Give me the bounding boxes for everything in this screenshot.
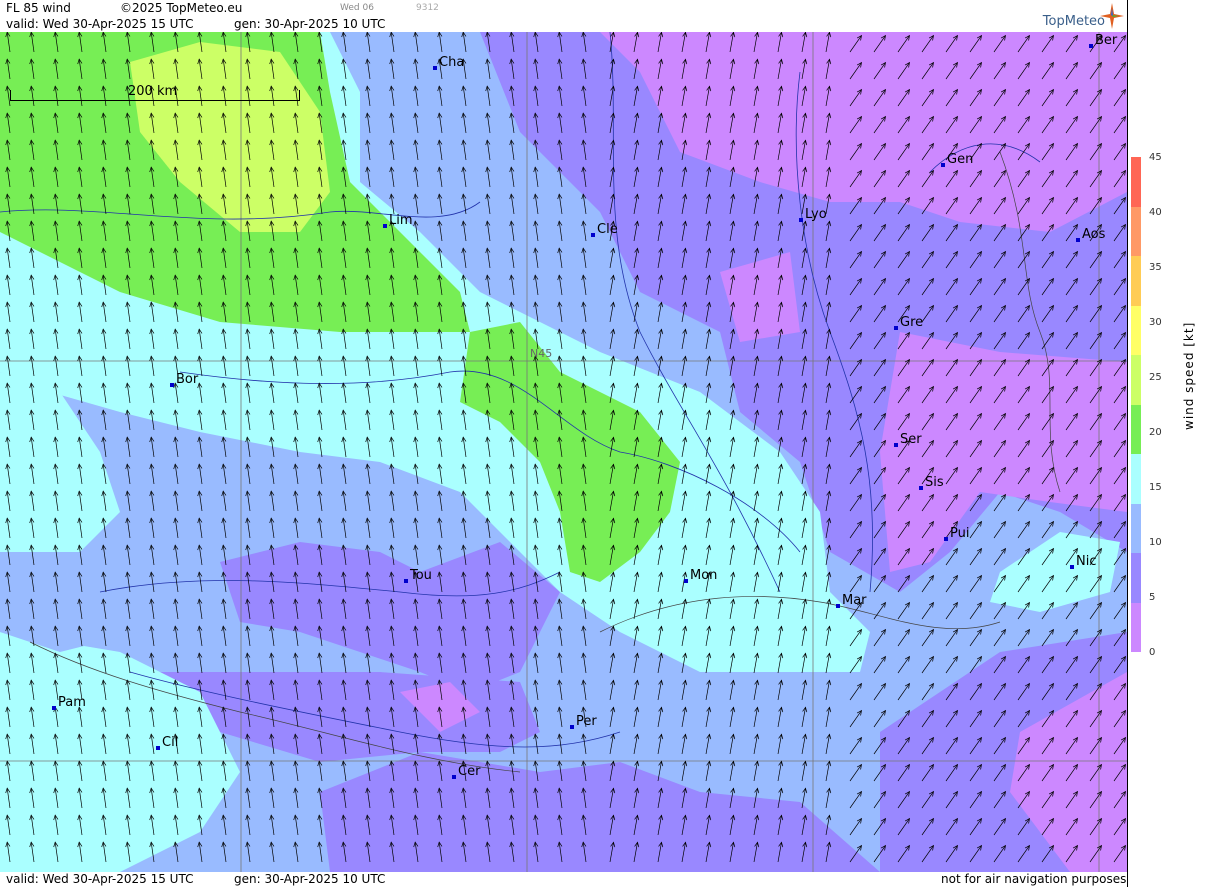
legend-color-segment xyxy=(1131,157,1141,207)
city-marker[interactable]: Per xyxy=(570,714,597,729)
city-dot-icon xyxy=(941,163,945,167)
city-marker[interactable]: Mon xyxy=(684,568,717,583)
city-dot-icon xyxy=(1089,44,1093,48)
legend-tick-label: 25 xyxy=(1149,372,1162,383)
legend-color-segment xyxy=(1131,404,1141,454)
legend-color-segment xyxy=(1131,256,1141,306)
legend-tick-label: 40 xyxy=(1149,207,1162,218)
wind-map[interactable]: 200 km N45 Cha Lim Cle Lyo Gen Ber Aos G… xyxy=(0,32,1127,872)
latitude-label: N45 xyxy=(530,347,553,360)
legend-color-segment xyxy=(1131,553,1141,603)
city-marker[interactable]: Ber xyxy=(1089,33,1117,48)
copyright-text: ©2025 TopMeteo.eu xyxy=(120,1,243,15)
city-marker[interactable]: Pui xyxy=(944,526,969,541)
wind-speed-legend xyxy=(1131,157,1141,652)
disclaimer: not for air navigation purposes xyxy=(941,872,1127,886)
valid-time: valid: Wed 30-Apr-2025 15 UTC xyxy=(6,17,194,31)
map-header: FL 85 wind ©2025 TopMeteo.eu Wed 06 9312… xyxy=(0,0,1127,32)
footer-valid-time: valid: Wed 30-Apr-2025 15 UTC xyxy=(6,872,194,886)
legend-color-segment xyxy=(1131,503,1141,553)
city-dot-icon xyxy=(1076,238,1080,242)
legend-tick-label: 45 xyxy=(1149,152,1162,163)
city-dot-icon xyxy=(944,537,948,541)
map-footer: valid: Wed 30-Apr-2025 15 UTC gen: 30-Ap… xyxy=(0,872,1127,887)
panel-divider xyxy=(1127,0,1128,887)
city-dot-icon xyxy=(156,746,160,750)
city-marker[interactable]: Pam xyxy=(52,695,86,710)
city-dot-icon xyxy=(836,604,840,608)
legend-tick-label: 0 xyxy=(1149,647,1156,658)
city-marker[interactable]: Gen xyxy=(941,152,973,167)
legend-tick-label: 35 xyxy=(1149,262,1162,273)
legend-color-segment xyxy=(1131,454,1141,504)
city-dot-icon xyxy=(919,486,923,490)
city-dot-icon xyxy=(570,725,574,729)
city-dot-icon xyxy=(684,579,688,583)
legend-title: wind speed [kt] xyxy=(1182,321,1196,430)
city-dot-icon xyxy=(1070,565,1074,569)
city-marker[interactable]: Gre xyxy=(894,315,923,330)
city-marker[interactable]: Bor xyxy=(170,372,198,387)
legend-color-segment xyxy=(1131,305,1141,355)
legend-color-segment xyxy=(1131,602,1141,652)
city-marker[interactable]: Cer xyxy=(452,764,480,779)
city-dot-icon xyxy=(894,443,898,447)
city-dot-icon xyxy=(799,218,803,222)
city-dot-icon xyxy=(894,326,898,330)
scale-bar-label: 200 km xyxy=(128,84,178,99)
brand-logo-text: TopMeteo xyxy=(1042,14,1105,29)
legend-tick-label: 20 xyxy=(1149,427,1162,438)
city-marker[interactable]: Tou xyxy=(404,568,432,583)
city-dot-icon xyxy=(452,775,456,779)
city-marker[interactable]: Sis xyxy=(919,475,944,490)
city-marker[interactable]: Nic xyxy=(1070,554,1096,569)
city-marker[interactable]: Aos xyxy=(1076,227,1105,242)
legend-color-segment xyxy=(1131,355,1141,405)
city-marker[interactable]: Cle xyxy=(591,222,618,237)
legend-tick-label: 5 xyxy=(1149,592,1156,603)
city-dot-icon xyxy=(170,383,174,387)
legend-tick-label: 15 xyxy=(1149,482,1162,493)
city-dot-icon xyxy=(383,224,387,228)
day-tag: Wed 06 xyxy=(340,3,374,13)
city-marker[interactable]: Lyo xyxy=(799,207,827,222)
legend-tick-label: 10 xyxy=(1149,537,1162,548)
city-dot-icon xyxy=(591,233,595,237)
city-dot-icon xyxy=(404,579,408,583)
city-marker[interactable]: Lim xyxy=(383,213,413,228)
city-marker[interactable]: Ser xyxy=(894,432,922,447)
city-dot-icon xyxy=(52,706,56,710)
city-dot-icon xyxy=(433,66,437,70)
legend-color-segment xyxy=(1131,206,1141,256)
city-marker[interactable]: Cil xyxy=(156,735,178,750)
city-marker[interactable]: Mar xyxy=(836,593,867,608)
legend-tick-label: 30 xyxy=(1149,317,1162,328)
topmeteo-star-icon xyxy=(1100,3,1124,29)
run-code: 9312 xyxy=(416,3,439,13)
city-marker[interactable]: Cha xyxy=(433,55,464,70)
footer-generated-time: gen: 30-Apr-2025 10 UTC xyxy=(234,872,386,886)
map-title: FL 85 wind xyxy=(6,1,71,15)
generated-time: gen: 30-Apr-2025 10 UTC xyxy=(234,17,386,31)
